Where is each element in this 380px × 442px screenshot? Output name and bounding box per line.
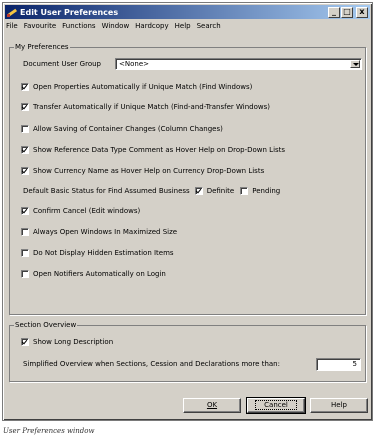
checkbox[interactable] — [21, 146, 29, 154]
doc-user-group-row: Document User Group — [23, 59, 101, 69]
status-row: Default Basic Status for Find Assumed Bu… — [23, 186, 280, 196]
option-label: Show Reference Data Type Comment as Hove… — [33, 146, 286, 154]
menu-favourite[interactable]: Favourite — [24, 22, 56, 30]
show-long-label: Show Long Description — [33, 338, 114, 346]
doc-user-group-label: Document User Group — [23, 60, 101, 68]
pencil-icon — [7, 7, 18, 17]
checkbox[interactable] — [21, 228, 29, 236]
section-overview-label: Section Overview — [14, 321, 78, 329]
help-button[interactable]: Help — [310, 398, 368, 413]
option-row[interactable]: Do Not Display Hidden Estimation Items — [21, 248, 174, 258]
option-row[interactable]: Transfer Automatically if Unique Match (… — [21, 102, 270, 112]
option-row[interactable]: Open Notifiers Automatically on Login — [21, 269, 166, 279]
option-label: Transfer Automatically if Unique Match (… — [33, 103, 270, 111]
option-label: Do Not Display Hidden Estimation Items — [33, 249, 174, 257]
menu-file[interactable]: File — [6, 22, 18, 30]
simplified-row: Simplified Overview when Sections, Cessi… — [23, 359, 280, 369]
cancel-label: Cancel — [255, 400, 297, 410]
simplified-threshold-input[interactable]: 5 — [316, 358, 361, 371]
option-label: Show Currency Name as Hover Help on Curr… — [33, 167, 265, 175]
option-row[interactable]: Show Reference Data Type Comment as Hove… — [21, 145, 285, 155]
section-overview-group: Section Overview — [9, 321, 366, 382]
menu-search[interactable]: Search — [197, 22, 221, 30]
option-row[interactable]: Show Currency Name as Hover Help on Curr… — [21, 166, 264, 176]
menu-bar: File Favourite Functions Window Hardcopy… — [5, 20, 370, 32]
chevron-down-icon[interactable] — [350, 60, 360, 68]
option-row[interactable]: Always Open Windows In Maximized Size — [21, 227, 177, 237]
show-long-checkbox[interactable] — [21, 338, 29, 346]
figure-caption: User Preferences window — [3, 427, 95, 435]
doc-user-group-select[interactable]: <None> — [115, 58, 362, 70]
checkbox[interactable] — [21, 83, 29, 91]
checkbox[interactable] — [21, 249, 29, 257]
definite-label: Definite — [206, 187, 235, 195]
pending-label: Pending — [252, 187, 281, 195]
option-row[interactable]: Open Properties Automatically if Unique … — [21, 82, 252, 92]
maximize-button[interactable]: □ — [341, 6, 353, 18]
menu-hardcopy[interactable]: Hardcopy — [135, 22, 168, 30]
menu-functions[interactable]: Functions — [62, 22, 95, 30]
checkbox[interactable] — [21, 103, 29, 111]
definite-checkbox[interactable] — [194, 187, 203, 195]
pending-checkbox[interactable] — [240, 187, 249, 195]
simplified-label: Simplified Overview when Sections, Cessi… — [23, 360, 280, 368]
my-preferences-label: My Preferences — [14, 43, 70, 51]
cancel-button[interactable]: Cancel — [246, 397, 306, 414]
option-label: Always Open Windows In Maximized Size — [33, 228, 178, 236]
menu-window[interactable]: Window — [102, 22, 130, 30]
option-label: Allow Saving of Container Changes (Colum… — [33, 125, 223, 133]
ok-button[interactable]: OK — [183, 398, 241, 413]
option-label: Open Notifiers Automatically on Login — [33, 270, 166, 278]
status-label: Default Basic Status for Find Assumed Bu… — [23, 187, 190, 195]
option-label: Open Properties Automatically if Unique … — [33, 83, 253, 91]
close-button[interactable]: x — [356, 6, 368, 18]
minimize-button[interactable]: _ — [328, 6, 340, 18]
option-row[interactable]: Confirm Cancel (Edit windows) — [21, 206, 140, 216]
ok-label: OK — [206, 401, 218, 409]
show-long-row[interactable]: Show Long Description — [21, 337, 113, 347]
checkbox[interactable] — [21, 167, 29, 175]
doc-user-group-value: <None> — [119, 60, 149, 68]
title-bar[interactable]: Edit User Preferences _ □ x — [5, 5, 370, 19]
help-label: Help — [331, 401, 347, 409]
checkbox[interactable] — [21, 125, 29, 133]
option-label: Confirm Cancel (Edit windows) — [33, 207, 141, 215]
preferences-window: Edit User Preferences _ □ x File Favouri… — [2, 2, 373, 421]
checkbox[interactable] — [21, 207, 29, 215]
option-row[interactable]: Allow Saving of Container Changes (Colum… — [21, 124, 223, 134]
menu-help[interactable]: Help — [175, 22, 191, 30]
checkbox[interactable] — [21, 270, 29, 278]
window-title: Edit User Preferences — [20, 7, 119, 17]
